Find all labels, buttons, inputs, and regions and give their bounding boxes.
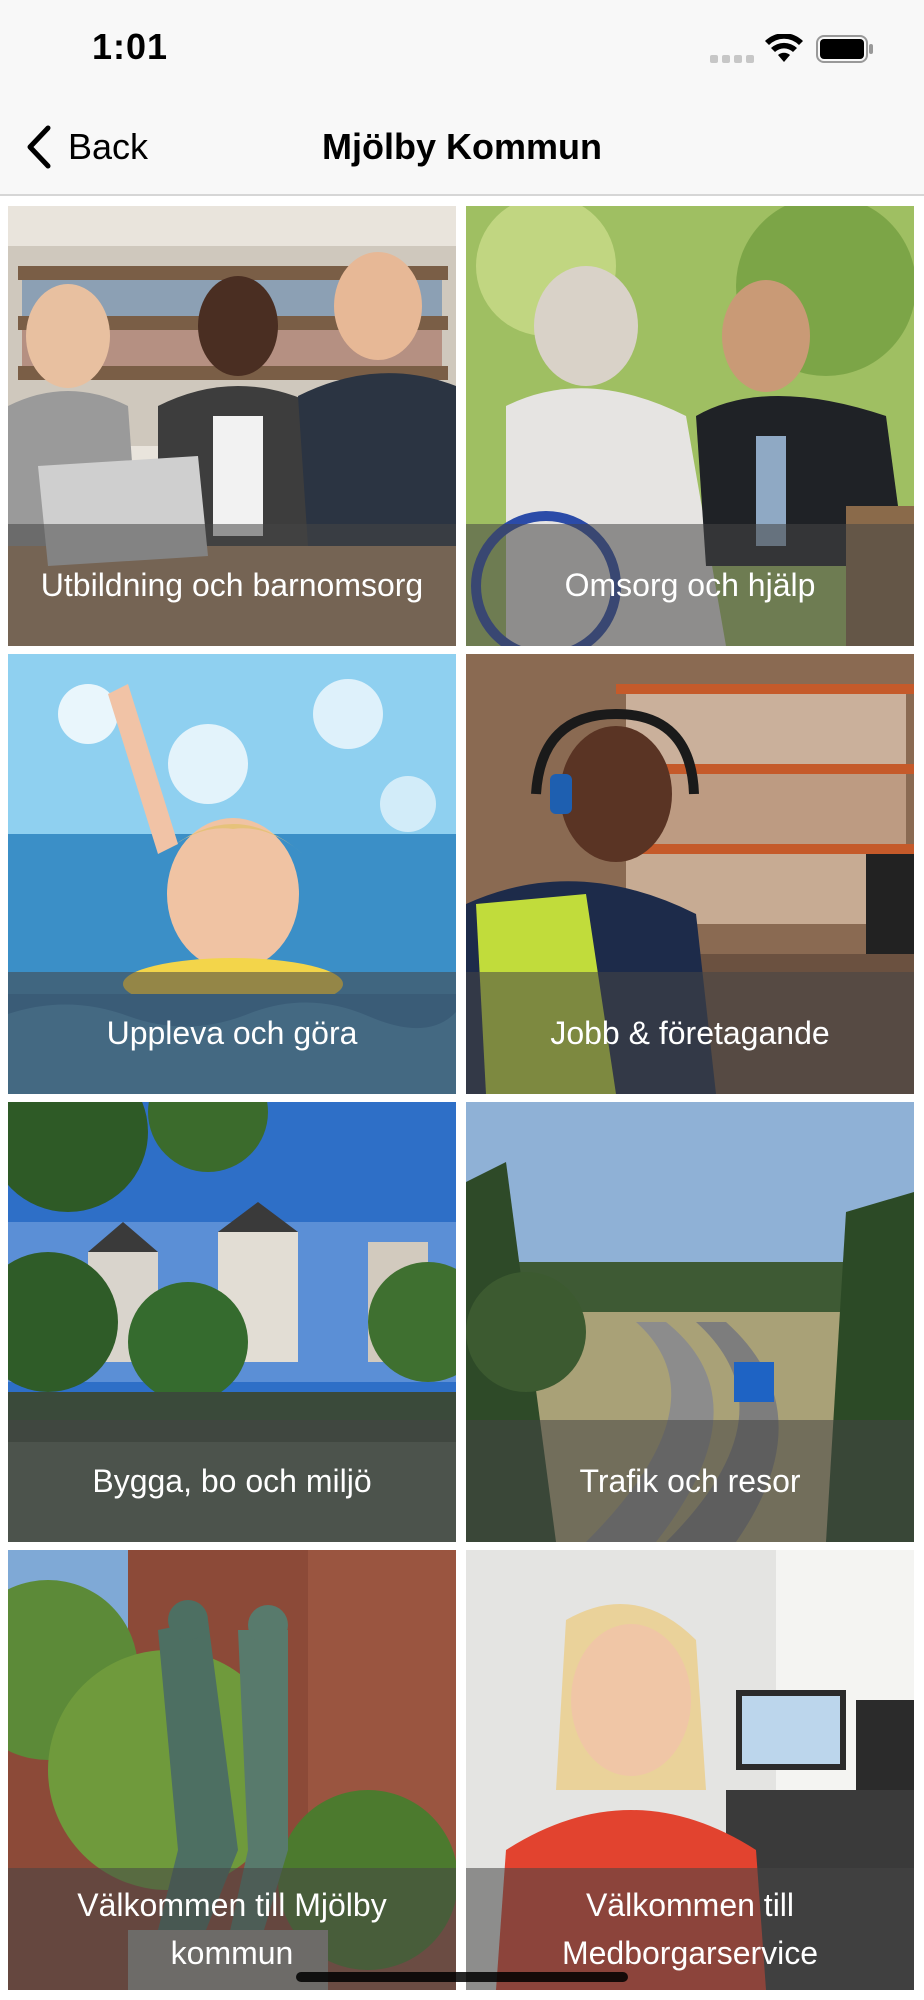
tile-label: Omsorg och hjälp [564,567,816,603]
cellular-signal-icon [710,55,754,63]
tile-label: Utbildning och barnomsorg [40,567,424,603]
tile-utbildning[interactable]: Utbildning och barnomsorg [8,206,456,646]
tile-label: Uppleva och göra [106,1015,358,1051]
tile-jobb[interactable]: Jobb & företagande [466,654,914,1094]
home-indicator[interactable] [296,1972,628,1982]
tile-caption-bar: Bygga, bo och miljö [8,1420,456,1542]
tile-bygga[interactable]: Bygga, bo och miljö [8,1102,456,1542]
battery-icon [816,35,873,63]
chevron-left-icon [27,125,51,169]
back-label: Back [68,126,149,167]
status-time: 1:01 [92,26,169,67]
tile-caption-bar: Utbildning och barnomsorg [8,524,456,646]
tile-label: Jobb & företagande [550,1015,830,1051]
tile-valkommen-medborgarservice[interactable]: Välkommen till Medborgarservice [466,1550,914,1990]
tile-valkommen-mjolby[interactable]: Välkommen till Mjölby kommun [8,1550,456,1990]
tile-caption-bar: Trafik och resor [466,1420,914,1542]
back-button[interactable]: Back [22,122,148,172]
status-bar: 1:01 [0,0,924,100]
tile-caption-bar: Omsorg och hjälp [466,524,914,646]
tile-caption-bar: Jobb & företagande [466,972,914,1094]
tile-uppleva[interactable]: Uppleva och göra [8,654,456,1094]
tile-label: Trafik och resor [579,1463,801,1499]
navigation-bar: Mjölby Kommun Back [0,100,924,196]
tile-label: Välkommen till Medborgarservice [561,1887,819,1971]
tile-caption-bar: Uppleva och göra [8,972,456,1094]
wifi-icon [765,34,803,62]
tile-trafik[interactable]: Trafik och resor [466,1102,914,1542]
tile-label: Bygga, bo och miljö [92,1463,372,1499]
tile-label: Välkommen till Mjölby kommun [77,1887,387,1971]
tile-omsorg[interactable]: Omsorg och hjälp [466,206,914,646]
